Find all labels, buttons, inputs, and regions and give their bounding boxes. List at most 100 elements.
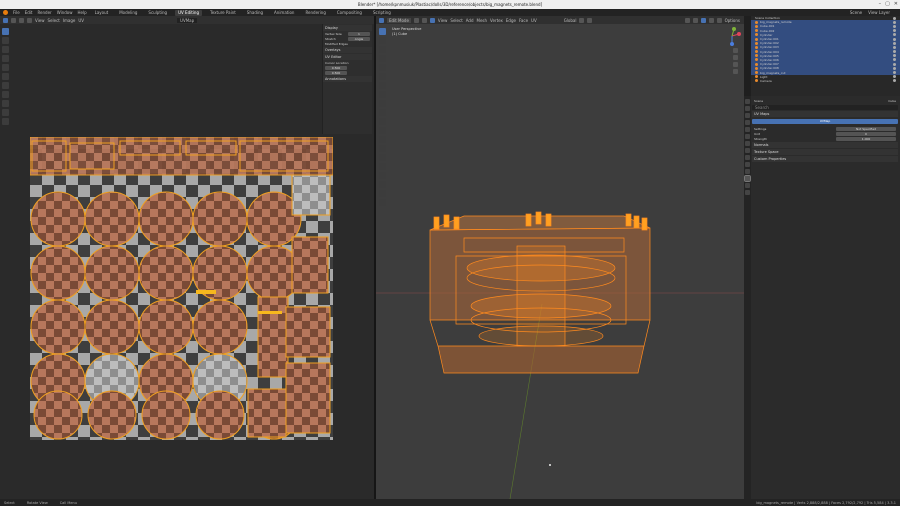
overlays-section-header[interactable]: Overlays <box>323 47 372 53</box>
close-button[interactable]: ✕ <box>894 1 898 7</box>
cursor-y-field[interactable]: 0.500 <box>325 70 347 75</box>
select-box-icon[interactable] <box>2 37 9 44</box>
tab-animation[interactable]: Animation <box>271 10 297 16</box>
viewport-menu-vertex[interactable]: Vertex <box>490 18 503 23</box>
solid-shading-icon[interactable] <box>700 17 706 23</box>
texture-space-section-header[interactable]: Texture Space <box>752 149 898 155</box>
tab-rendering[interactable]: Rendering <box>302 10 328 16</box>
face-mode-icon[interactable] <box>429 17 435 23</box>
outliner[interactable]: Scene Collection big_magnets_remote Cube… <box>751 16 900 96</box>
snap-icon[interactable] <box>579 17 585 23</box>
custom-properties-section-header[interactable]: Custom Properties <box>752 156 898 162</box>
viewport-menu-edge[interactable]: Edge <box>506 18 516 23</box>
relax-tool-icon[interactable] <box>2 109 9 116</box>
vertex-select-icon[interactable] <box>11 17 16 23</box>
blender-logo-icon[interactable] <box>3 10 8 15</box>
eye-icon[interactable] <box>893 75 896 79</box>
edge-select-icon[interactable] <box>19 17 24 23</box>
mesh-data-tab-icon[interactable] <box>744 175 751 182</box>
xray-icon[interactable] <box>684 17 690 23</box>
viewport-menu-uv[interactable]: UV <box>531 18 537 23</box>
eye-icon[interactable] <box>893 58 896 62</box>
properties-editor[interactable]: Scene Cube Search UV Maps UVMap Settings… <box>744 96 900 499</box>
cursor-x-field[interactable]: 0.500 <box>325 65 347 70</box>
viewport-menu-add[interactable]: Add <box>466 18 474 23</box>
viewport-menu-face[interactable]: Face <box>519 18 528 23</box>
texture-tab-icon[interactable] <box>745 190 750 195</box>
eye-icon[interactable] <box>893 33 896 37</box>
stretch-field[interactable]: Angle <box>348 36 370 41</box>
pinch-tool-icon[interactable] <box>2 118 9 125</box>
uv-menu-uv[interactable]: UV <box>78 18 84 23</box>
viewport-menu-view[interactable]: View <box>438 18 448 23</box>
physics-tab-icon[interactable] <box>745 162 750 167</box>
uv-menu-image[interactable]: Image <box>63 18 76 23</box>
scene-tab-icon[interactable] <box>745 127 750 132</box>
transform-tool-icon[interactable] <box>2 82 9 89</box>
eye-icon[interactable] <box>893 41 896 45</box>
vertex-mode-icon[interactable] <box>413 17 419 23</box>
tweak-tool-icon[interactable] <box>2 28 9 35</box>
tab-shading[interactable]: Shading <box>244 10 266 16</box>
eye-icon[interactable] <box>893 62 896 66</box>
unit-field[interactable]: 0 <box>836 131 896 136</box>
properties-search-input[interactable]: Search <box>752 105 898 110</box>
menu-render[interactable]: Render <box>37 10 51 15</box>
rendered-shading-icon[interactable] <box>716 17 722 23</box>
image-selector[interactable]: UVMap <box>177 17 198 23</box>
uv-menu-view[interactable]: View <box>35 18 45 23</box>
wireframe-shading-icon[interactable] <box>692 17 698 23</box>
world-tab-icon[interactable] <box>745 134 750 139</box>
viewport-menu-mesh[interactable]: Mesh <box>477 18 488 23</box>
outliner-row[interactable]: Camera <box>751 79 900 83</box>
menu-edit[interactable]: Edit <box>25 10 33 15</box>
modified-edges-row[interactable]: Modified Edges <box>323 41 372 46</box>
settings-field[interactable]: Not Specified <box>836 126 896 131</box>
uv-canvas[interactable] <box>30 137 333 440</box>
eye-icon[interactable] <box>893 29 896 33</box>
normals-section-header[interactable]: Normals <box>752 142 898 148</box>
object-tab-icon[interactable] <box>745 141 750 146</box>
edge-mode-icon[interactable] <box>421 17 427 23</box>
viewport-menu-select[interactable]: Select <box>450 18 462 23</box>
maximize-button[interactable]: ▢ <box>885 1 890 7</box>
modifier-tab-icon[interactable] <box>745 148 750 153</box>
cursor-tool-icon[interactable] <box>2 46 9 53</box>
uv-maps-section-header[interactable]: UV Maps <box>752 111 898 117</box>
eye-icon[interactable] <box>893 50 896 54</box>
eye-icon[interactable] <box>893 71 896 75</box>
annotations-section-header[interactable]: Annotations <box>323 76 372 82</box>
material-tab-icon[interactable] <box>745 183 750 188</box>
mode-selector[interactable]: Edit Mode <box>387 17 411 23</box>
uv-menu-select[interactable]: Select <box>48 18 60 23</box>
editor-type-icon[interactable] <box>3 17 8 23</box>
eye-icon[interactable] <box>893 37 896 41</box>
tab-compositing[interactable]: Compositing <box>334 10 365 16</box>
menu-help[interactable]: Help <box>77 10 86 15</box>
options-button[interactable]: Options <box>725 18 744 23</box>
tab-scripting[interactable]: Scripting <box>370 10 394 16</box>
particles-tab-icon[interactable] <box>745 155 750 160</box>
face-select-icon[interactable] <box>27 17 32 23</box>
annotate-tool-icon[interactable] <box>2 91 9 98</box>
eye-icon[interactable] <box>893 24 896 28</box>
view-layer-selector[interactable]: View Layer <box>868 10 890 15</box>
menu-window[interactable]: Window <box>57 10 73 15</box>
strength-field[interactable]: 1.000 <box>836 136 896 141</box>
tab-layout[interactable]: Layout <box>92 10 112 16</box>
uv-map-list-item[interactable]: UVMap <box>752 119 898 124</box>
rotate-tool-icon[interactable] <box>2 64 9 71</box>
view-layer-tab-icon[interactable] <box>745 120 750 125</box>
scene-selector[interactable]: Scene <box>850 10 862 15</box>
proportional-icon[interactable] <box>587 17 593 23</box>
eye-icon[interactable] <box>893 45 896 49</box>
tab-texture-paint[interactable]: Texture Paint <box>207 10 239 16</box>
scale-tool-icon[interactable] <box>2 73 9 80</box>
render-tab-icon[interactable] <box>745 106 750 111</box>
uv-editor[interactable]: View Select Image UV UVMap Display Verte… <box>0 16 374 499</box>
orientation-selector[interactable]: Global <box>564 18 577 23</box>
constraints-tab-icon[interactable] <box>745 169 750 174</box>
vertex-size-field[interactable]: 1 <box>348 31 370 36</box>
tool-tab-icon[interactable] <box>745 99 750 104</box>
tab-uv-editing[interactable]: UV Editing <box>175 9 202 16</box>
